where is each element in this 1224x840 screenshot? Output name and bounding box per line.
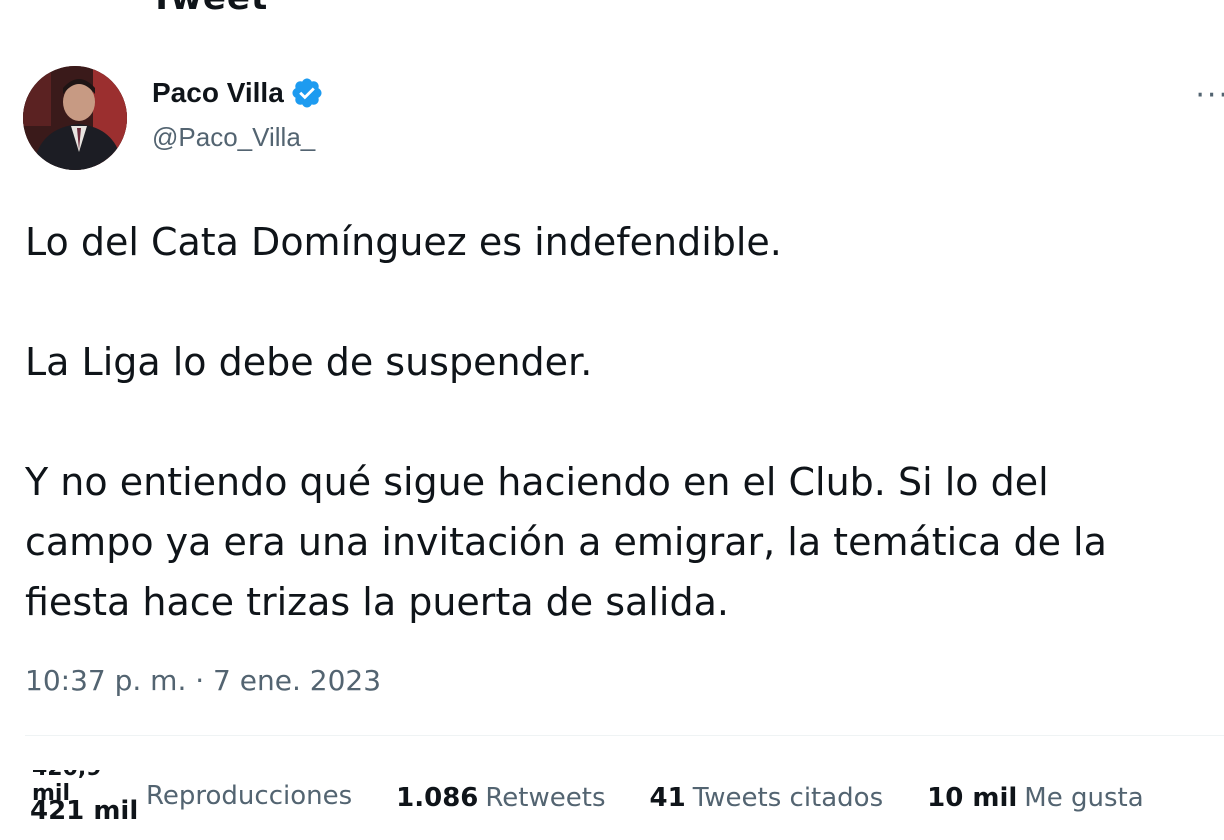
author-display-name[interactable]: Paco Villa xyxy=(152,77,284,109)
quotes-stat[interactable]: 41 Tweets citados xyxy=(650,783,884,813)
more-horizontal-icon: ··· xyxy=(1195,78,1224,113)
views-count-current: 421 mil xyxy=(30,796,139,826)
retweets-count: 1.086 xyxy=(396,783,479,813)
tweet-stats: 420,9 mil 421 mil Reproducciones 1.086 R… xyxy=(30,770,1188,826)
likes-label: Me gusta xyxy=(1024,783,1144,813)
likes-count: 10 mil xyxy=(927,783,1018,813)
author-handle[interactable]: @Paco_Villa_ xyxy=(152,122,315,153)
tweet-timestamp[interactable]: 10:37 p. m. · 7 ene. 2023 xyxy=(25,664,381,697)
page-title-partial: Tweet xyxy=(150,0,268,18)
tweet-paragraph: fiesta hace trizas la puerta de salida. xyxy=(25,580,729,624)
views-label: Reproducciones xyxy=(146,781,353,811)
tweet-paragraph: Lo del Cata Domínguez es indefendible. xyxy=(25,220,782,264)
tweet-paragraph: Y no entiendo qué sigue haciendo en el C… xyxy=(25,460,1049,504)
tweet-paragraph: campo ya era una invitación a emigrar, l… xyxy=(25,520,1107,564)
views-stat[interactable]: 420,9 mil 421 mil Reproducciones xyxy=(30,770,352,826)
more-options-button[interactable]: ··· xyxy=(1195,78,1224,113)
quotes-label: Tweets citados xyxy=(692,783,884,813)
retweets-stat[interactable]: 1.086 Retweets xyxy=(396,783,605,813)
avatar[interactable] xyxy=(23,66,127,170)
tweet-paragraph: La Liga lo debe de suspender. xyxy=(25,340,593,384)
verified-badge-icon xyxy=(290,76,324,110)
retweets-label: Retweets xyxy=(485,783,606,813)
views-count: 420,9 mil 421 mil xyxy=(30,770,140,826)
likes-stat[interactable]: 10 mil Me gusta xyxy=(927,783,1144,813)
tweet-text: Lo del Cata Domínguez es indefendible. L… xyxy=(25,212,1224,632)
divider xyxy=(25,735,1224,736)
avatar-photo-icon xyxy=(23,66,127,170)
author-name-row: Paco Villa xyxy=(152,76,324,110)
quotes-count: 41 xyxy=(649,783,686,813)
